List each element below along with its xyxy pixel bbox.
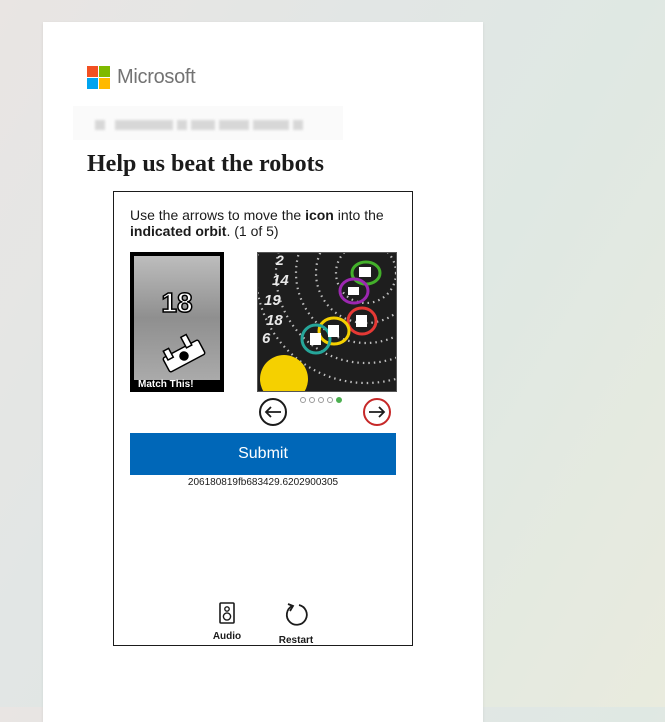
orbit-puzzle-graphic: 2 14 19 18 6: [258, 253, 396, 391]
restart-label: Restart: [278, 635, 314, 646]
arrow-right-icon: [369, 406, 386, 418]
progress-dot-active: [336, 397, 342, 403]
svg-text:2: 2: [275, 253, 284, 268]
submit-button[interactable]: Submit: [130, 433, 396, 475]
svg-text:18: 18: [161, 287, 192, 318]
restart-icon: [285, 603, 308, 626]
svg-text:18: 18: [266, 312, 283, 329]
progress-dot: [327, 397, 333, 403]
captcha-frame: Use the arrows to move the icon into the…: [113, 191, 413, 646]
svg-text:14: 14: [272, 272, 289, 289]
redacted-account-identifier: [73, 106, 343, 140]
previous-button[interactable]: [259, 398, 287, 426]
audio-label: Audio: [212, 631, 242, 642]
challenge-progress-dots: [300, 397, 342, 403]
next-button[interactable]: [363, 398, 391, 426]
progress-dot: [309, 397, 315, 403]
speaker-icon: [219, 602, 235, 624]
signin-card: Microsoft Help us beat the robots Use th…: [43, 22, 483, 722]
arrow-left-icon: [264, 406, 281, 418]
svg-text:6: 6: [262, 330, 271, 347]
microsoft-logo-icon: [87, 66, 110, 89]
match-this-label: Match This!: [138, 379, 194, 390]
brand-name: Microsoft: [117, 66, 196, 88]
session-id: 206180819fb683429.6202900305: [187, 477, 339, 488]
svg-text:19: 19: [264, 292, 281, 309]
restart-button[interactable]: Restart: [271, 602, 321, 646]
microsoft-logo: Microsoft: [87, 66, 196, 89]
match-target-icon: 18: [134, 256, 220, 380]
match-this-image: 18 Match This!: [130, 252, 224, 392]
captcha-puzzle-image: 2 14 19 18 6: [257, 252, 397, 392]
page-title: Help us beat the robots: [87, 151, 324, 177]
captcha-instruction: Use the arrows to move the icon into the…: [130, 207, 384, 239]
audio-button[interactable]: Audio: [202, 602, 252, 642]
progress-dot: [300, 397, 306, 403]
progress-dot: [318, 397, 324, 403]
